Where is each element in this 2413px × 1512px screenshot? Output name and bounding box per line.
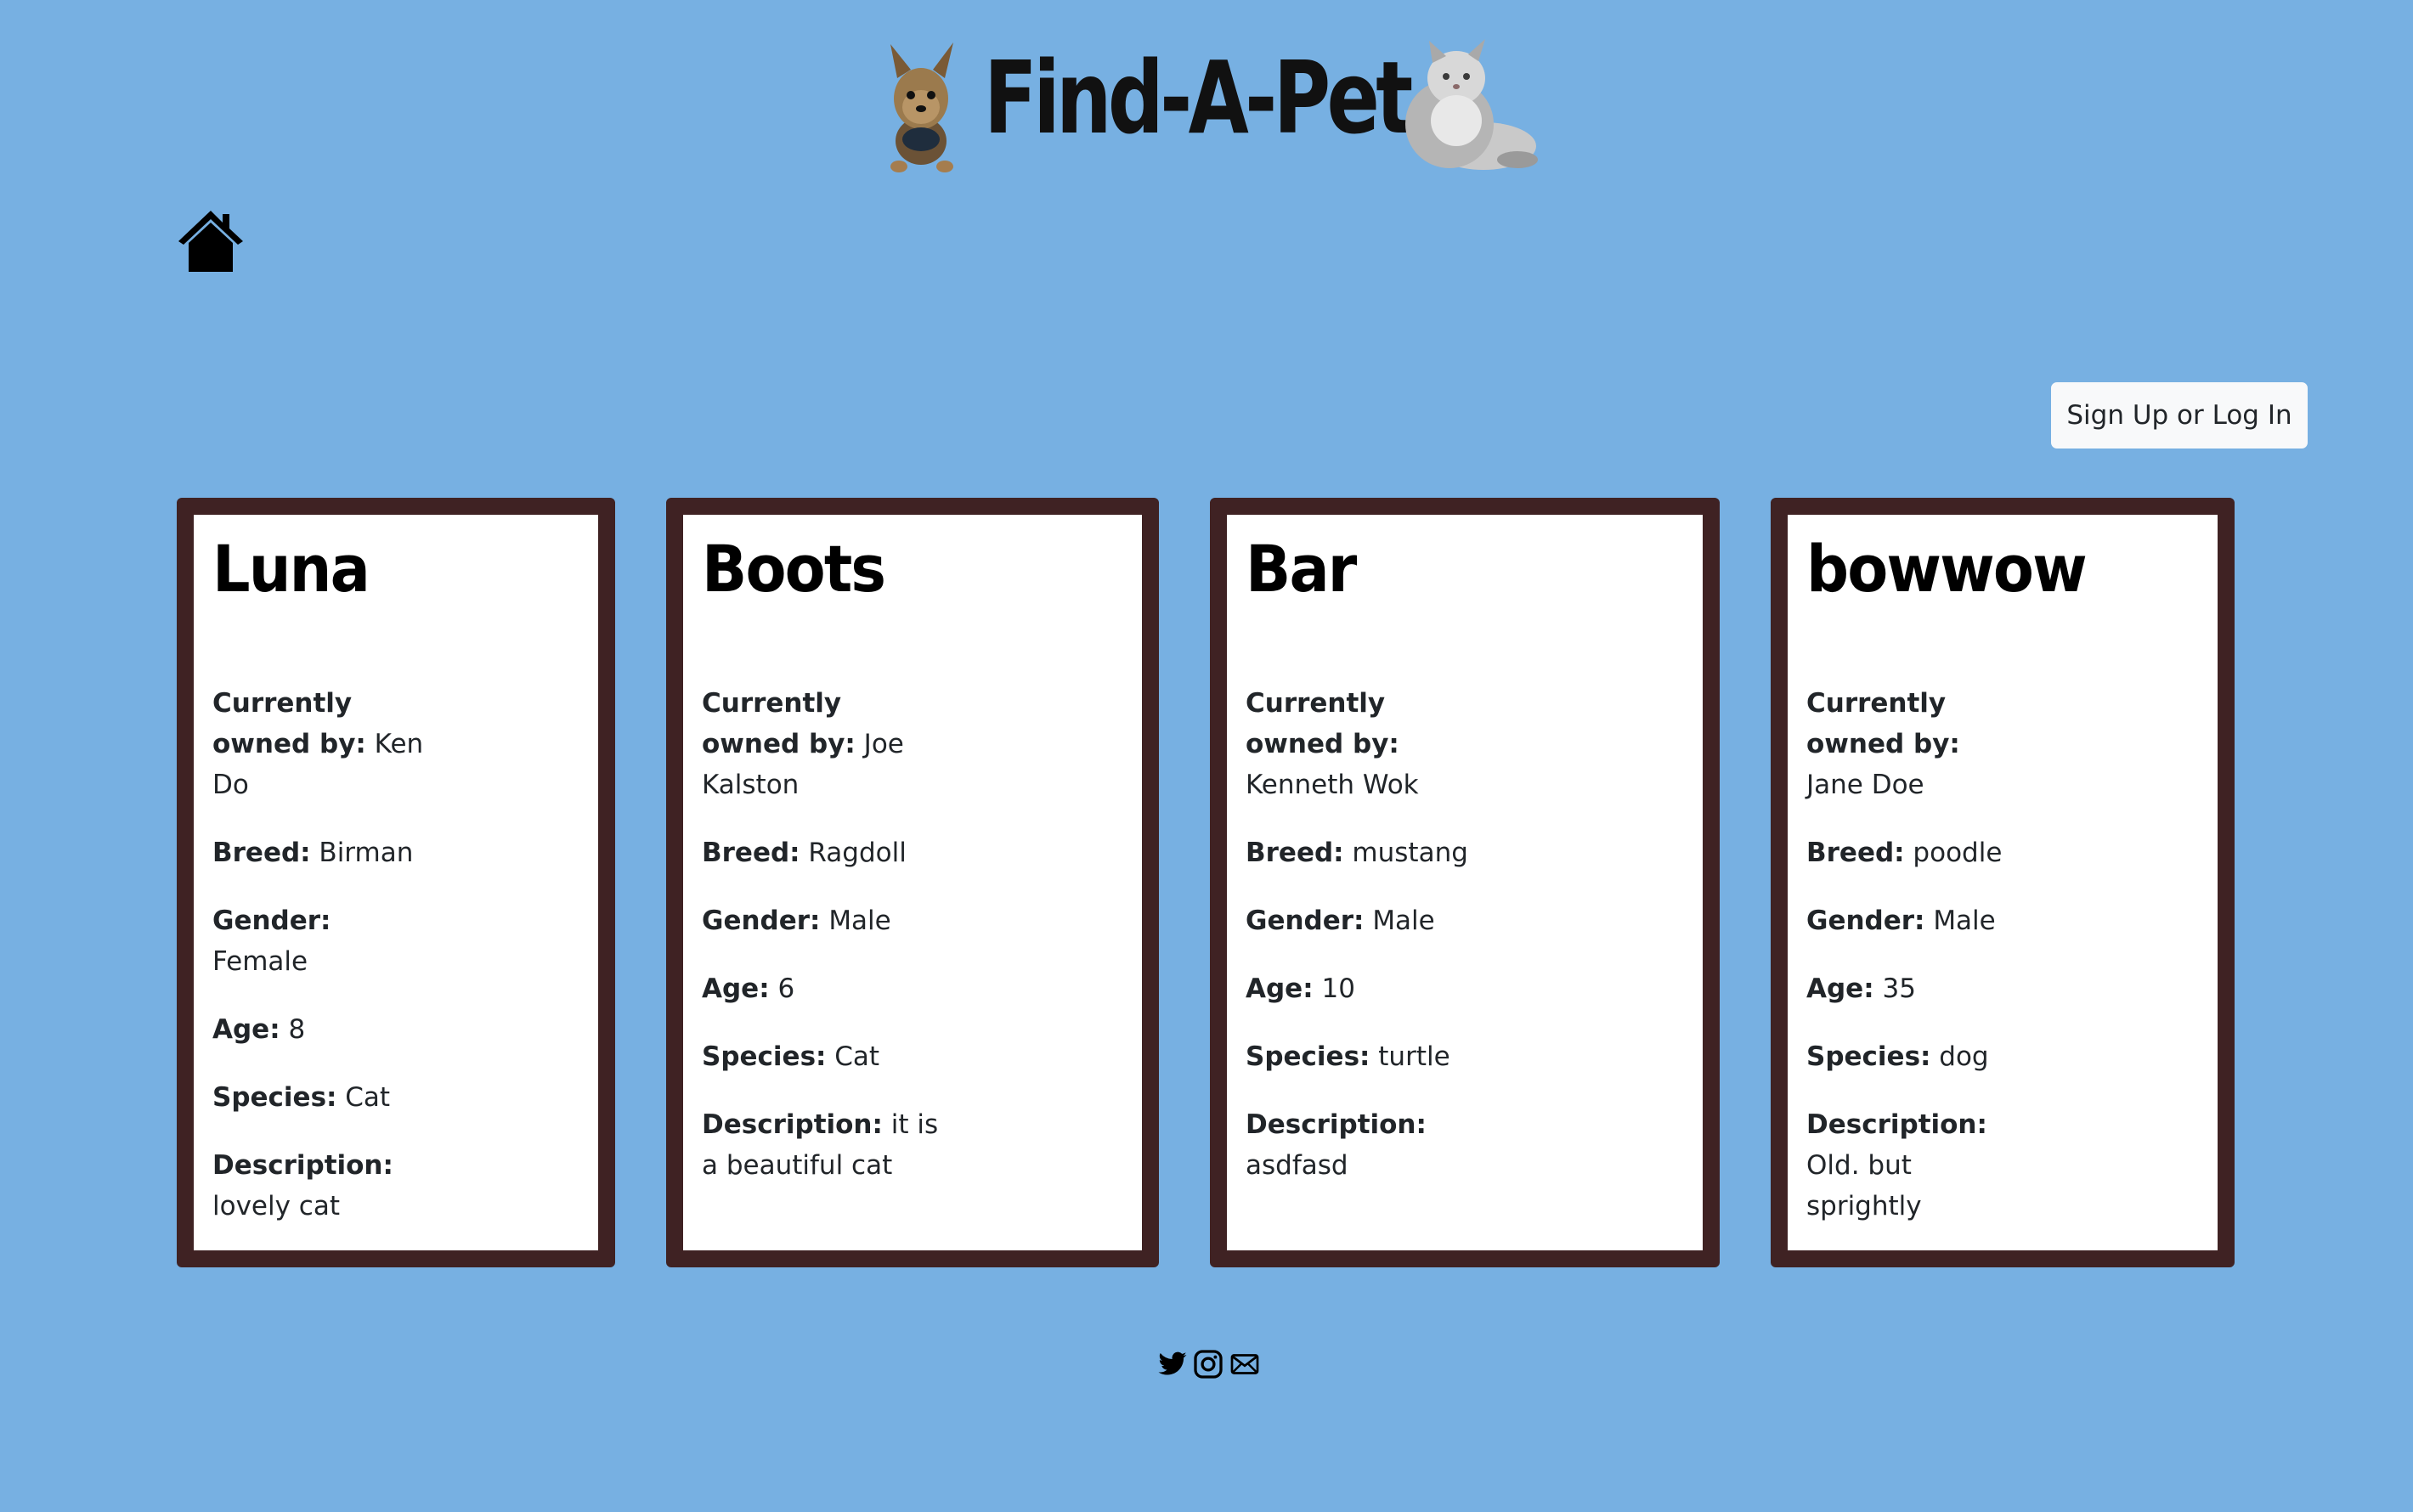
breed-value: Birman <box>319 838 414 868</box>
species-label: Species: <box>1806 1041 1931 1072</box>
twitter-icon <box>1158 1351 1187 1375</box>
breed-field: Breed: Ragdoll <box>702 832 948 873</box>
description-value: Old. but sprightly <box>1806 1150 1922 1221</box>
description-label: Description: <box>702 1109 883 1140</box>
age-label: Age: <box>702 973 770 1004</box>
description-field: Description: asdfasd <box>1246 1104 1492 1186</box>
gender-value: Female <box>212 946 308 977</box>
species-label: Species: <box>702 1041 827 1072</box>
breed-field: Breed: Birman <box>212 832 425 873</box>
gender-label: Gender: <box>1246 906 1365 936</box>
breed-label: Breed: <box>702 838 800 868</box>
breed-label: Breed: <box>1246 838 1344 868</box>
description-label: Description: <box>1246 1109 1427 1140</box>
age-value: 10 <box>1321 973 1355 1004</box>
owner-value: Jane Doe <box>1806 770 1924 800</box>
breed-field: Breed: poodle <box>1806 832 2019 873</box>
age-field: Age: 35 <box>1806 968 2019 1009</box>
site-header: Find-A-Pet <box>0 34 2413 187</box>
breed-field: Breed: mustang <box>1246 832 1492 873</box>
dog-image <box>890 42 953 172</box>
age-field: Age: 10 <box>1246 968 1492 1009</box>
species-field: Species: Cat <box>212 1077 425 1118</box>
pet-name: Boots <box>702 531 886 606</box>
description-label: Description: <box>1806 1109 1987 1140</box>
owner-value: Kenneth Wok <box>1246 770 1419 800</box>
owner-field: Currently owned by: Ken Do <box>212 683 425 805</box>
instagram-link[interactable] <box>1193 1349 1223 1379</box>
breed-value: Ragdoll <box>808 838 907 868</box>
description-field: Description: Old. but sprightly <box>1806 1104 2019 1227</box>
breed-label: Breed: <box>1806 838 1905 868</box>
species-value: Cat <box>345 1082 391 1113</box>
email-link[interactable] <box>1229 1349 1261 1379</box>
gender-value: Male <box>1933 906 1996 936</box>
species-field: Species: turtle <box>1246 1036 1492 1077</box>
cat-image <box>1405 39 1538 170</box>
species-value: dog <box>1939 1041 1989 1072</box>
description-value: asdfasd <box>1246 1150 1348 1181</box>
pet-card-luna: Luna Currently owned by: Ken Do Breed: B… <box>177 498 615 1267</box>
species-value: turtle <box>1378 1041 1450 1072</box>
pet-name: bowwow <box>1806 531 2088 606</box>
owner-label: Currently owned by: <box>1246 688 1399 759</box>
species-label: Species: <box>212 1082 337 1113</box>
age-value: 8 <box>288 1014 306 1045</box>
description-label: Description: <box>212 1150 393 1181</box>
gender-label: Gender: <box>212 906 331 936</box>
species-value: Cat <box>834 1041 880 1072</box>
owner-label: Currently owned by: <box>702 688 856 759</box>
pet-card-bar: Bar Currently owned by: Kenneth Wok Bree… <box>1210 498 1720 1267</box>
breed-value: poodle <box>1913 838 2003 868</box>
description-field: Description: lovely cat <box>212 1145 425 1227</box>
breed-label: Breed: <box>212 838 311 868</box>
age-field: Age: 6 <box>702 968 948 1009</box>
gender-field: Gender: Female <box>212 900 425 982</box>
age-value: 35 <box>1882 973 1916 1004</box>
age-label: Age: <box>1246 973 1314 1004</box>
owner-label: Currently owned by: <box>1806 688 1960 759</box>
gender-field: Gender: Male <box>1806 900 2019 941</box>
description-field: Description: it is a beautiful cat <box>702 1104 948 1186</box>
description-value: lovely cat <box>212 1191 341 1221</box>
age-value: 6 <box>777 973 795 1004</box>
owner-label: Currently owned by: <box>212 688 366 759</box>
age-label: Age: <box>1806 973 1874 1004</box>
gender-label: Gender: <box>1806 906 1925 936</box>
owner-field: Currently owned by: Kenneth Wok <box>1246 683 1492 805</box>
pet-name: Bar <box>1246 531 1357 606</box>
social-links <box>1157 1349 1268 1379</box>
owner-field: Currently owned by: Joe Kalston <box>702 683 948 805</box>
pet-card-boots: Boots Currently owned by: Joe Kalston Br… <box>666 498 1159 1267</box>
email-icon <box>1230 1354 1259 1374</box>
species-field: Species: dog <box>1806 1036 2019 1077</box>
gender-field: Gender: Male <box>702 900 948 941</box>
age-field: Age: 8 <box>212 1009 425 1050</box>
pet-name: Luna <box>212 531 370 606</box>
species-field: Species: Cat <box>702 1036 948 1077</box>
gender-value: Male <box>1372 906 1435 936</box>
house-icon <box>178 211 243 272</box>
twitter-link[interactable] <box>1157 1349 1188 1379</box>
gender-label: Gender: <box>702 906 821 936</box>
gender-value: Male <box>828 906 891 936</box>
age-label: Age: <box>212 1014 280 1045</box>
home-link[interactable] <box>177 209 245 274</box>
owner-field: Currently owned by: Jane Doe <box>1806 683 2019 805</box>
species-label: Species: <box>1246 1041 1370 1072</box>
pet-card-bowwow: bowwow Currently owned by: Jane Doe Bree… <box>1771 498 2235 1267</box>
site-title: Find-A-Pet <box>984 39 1413 156</box>
signup-login-button[interactable]: Sign Up or Log In <box>2051 382 2308 449</box>
gender-field: Gender: Male <box>1246 900 1492 941</box>
instagram-icon <box>1194 1350 1223 1379</box>
breed-value: mustang <box>1352 838 1468 868</box>
